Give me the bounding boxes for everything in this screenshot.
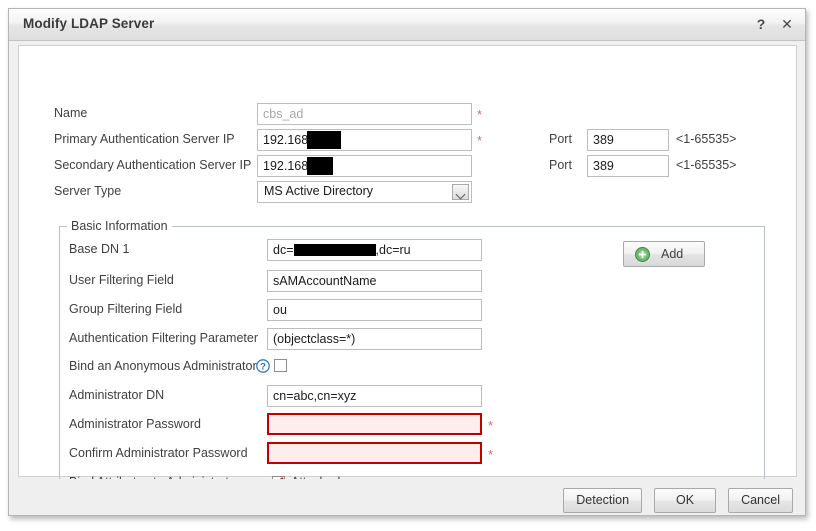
bind-anonymous-admin-checkbox[interactable] (274, 359, 287, 372)
label-server-type: Server Type (54, 184, 122, 198)
add-circle-icon (635, 247, 650, 262)
label-group-filtering-field: Group Filtering Field (69, 302, 183, 316)
server-type-value: MS Active Directory (264, 184, 374, 198)
label-secondary-port: Port (549, 158, 572, 172)
name-input[interactable] (257, 103, 472, 125)
confirm-administrator-password-input[interactable] (267, 442, 482, 464)
primary-ip-required-marker: * (477, 133, 483, 148)
dialog-footer: Detection OK Cancel (9, 479, 805, 515)
dialog-titlebar: Modify LDAP Server ? ✕ (9, 9, 805, 41)
primary-port-input[interactable] (587, 129, 669, 151)
auth-filtering-parameter-input[interactable] (267, 328, 482, 350)
dialog-title: Modify LDAP Server (23, 16, 155, 31)
secondary-port-range-hint: <1-65535> (676, 158, 737, 172)
primary-auth-server-ip-input[interactable] (257, 129, 472, 151)
label-primary-port: Port (549, 132, 572, 146)
user-filtering-field-input[interactable] (267, 270, 482, 292)
detection-button[interactable]: Detection (563, 488, 643, 513)
chevron-down-icon[interactable] (452, 184, 469, 200)
label-confirm-administrator-password: Confirm Administrator Password (69, 446, 248, 460)
label-base-dn-1: Base DN 1 (69, 242, 130, 256)
administrator-password-input[interactable] (267, 413, 482, 435)
footer-buttons: Detection OK Cancel (563, 488, 793, 513)
titlebar-buttons: ? ✕ (753, 15, 795, 33)
administrator-dn-input[interactable] (267, 385, 482, 407)
base-dn-1-suffix: ,dc=ru (375, 243, 411, 257)
svg-text:?: ? (260, 362, 266, 373)
group-filtering-field-input[interactable] (267, 299, 482, 321)
base-dn-1-prefix: dc= (273, 243, 294, 257)
dialog-body: Name * Primary Authentication Server IP … (18, 45, 797, 517)
base-dn-1-input[interactable]: dc= ,dc=ru (267, 239, 482, 261)
help-circle-icon[interactable]: ? (256, 359, 270, 373)
ok-button[interactable]: OK (654, 488, 717, 513)
basic-information-legend: Basic Information (67, 219, 172, 233)
base-dn-1-redaction (293, 244, 376, 256)
label-primary-auth-server-ip: Primary Authentication Server IP (54, 132, 235, 146)
cancel-button[interactable]: Cancel (728, 488, 793, 513)
label-administrator-password: Administrator Password (69, 417, 201, 431)
add-button[interactable]: Add (623, 241, 705, 267)
help-icon[interactable]: ? (753, 15, 769, 33)
label-user-filtering-field: User Filtering Field (69, 273, 174, 287)
name-required-marker: * (477, 107, 483, 122)
add-button-label: Add (661, 247, 684, 261)
server-type-select[interactable]: MS Active Directory (257, 181, 472, 203)
secondary-port-input[interactable] (587, 155, 669, 177)
modify-ldap-server-dialog: Modify LDAP Server ? ✕ Name * Primary Au… (8, 8, 806, 517)
close-icon[interactable]: ✕ (779, 15, 795, 33)
secondary-ip-redaction (307, 157, 333, 175)
label-administrator-dn: Administrator DN (69, 388, 165, 402)
secondary-auth-server-ip-input[interactable] (257, 155, 472, 177)
primary-ip-redaction (307, 131, 341, 149)
label-auth-filtering-parameter: Authentication Filtering Parameter (69, 331, 258, 345)
label-bind-anonymous-admin: Bind an Anonymous Administrator (69, 359, 257, 373)
primary-port-range-hint: <1-65535> (676, 132, 737, 146)
confirm-administrator-password-required-marker: * (488, 447, 494, 462)
label-secondary-auth-server-ip: Secondary Authentication Server IP (54, 158, 252, 172)
label-name: Name (54, 106, 88, 120)
administrator-password-required-marker: * (488, 418, 494, 433)
